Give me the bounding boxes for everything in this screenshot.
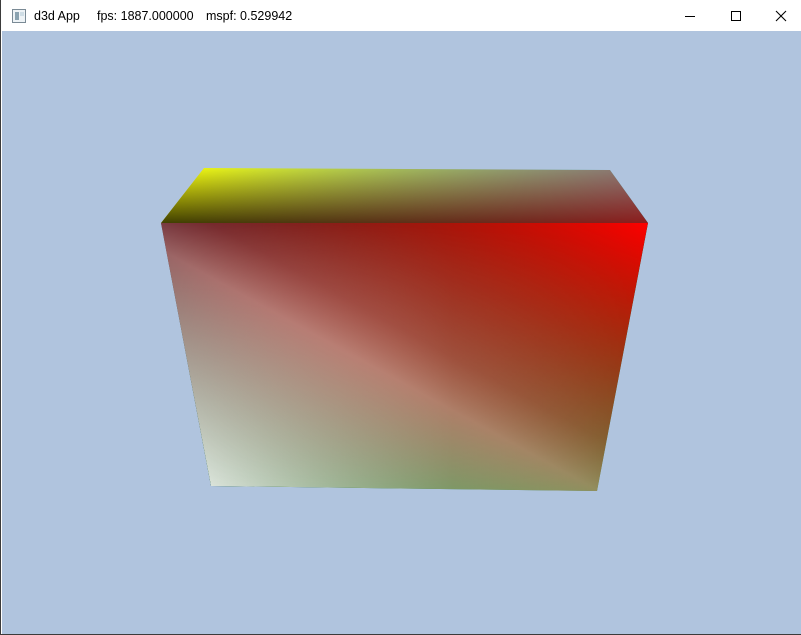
maximize-button[interactable] [713,0,759,31]
d3d-app-window: d3d App fps: 1887.000000 mspf: 0.529942 [0,0,801,635]
cube-scene [161,168,648,491]
cube-front-face [161,223,648,491]
fps-readout: fps: 1887.000000 [97,9,194,23]
mspf-readout: mspf: 0.529942 [206,9,293,23]
title-bar[interactable]: d3d App fps: 1887.000000 mspf: 0.529942 [2,0,801,31]
minimize-icon [685,15,695,17]
minimize-button[interactable] [667,0,713,31]
render-viewport[interactable] [2,31,801,634]
window-title: d3d App [34,9,80,23]
close-button[interactable] [758,0,801,31]
close-icon [775,10,787,21]
app-window-icon[interactable] [12,9,26,23]
cube-top-face [161,168,648,223]
maximize-icon [731,10,741,21]
